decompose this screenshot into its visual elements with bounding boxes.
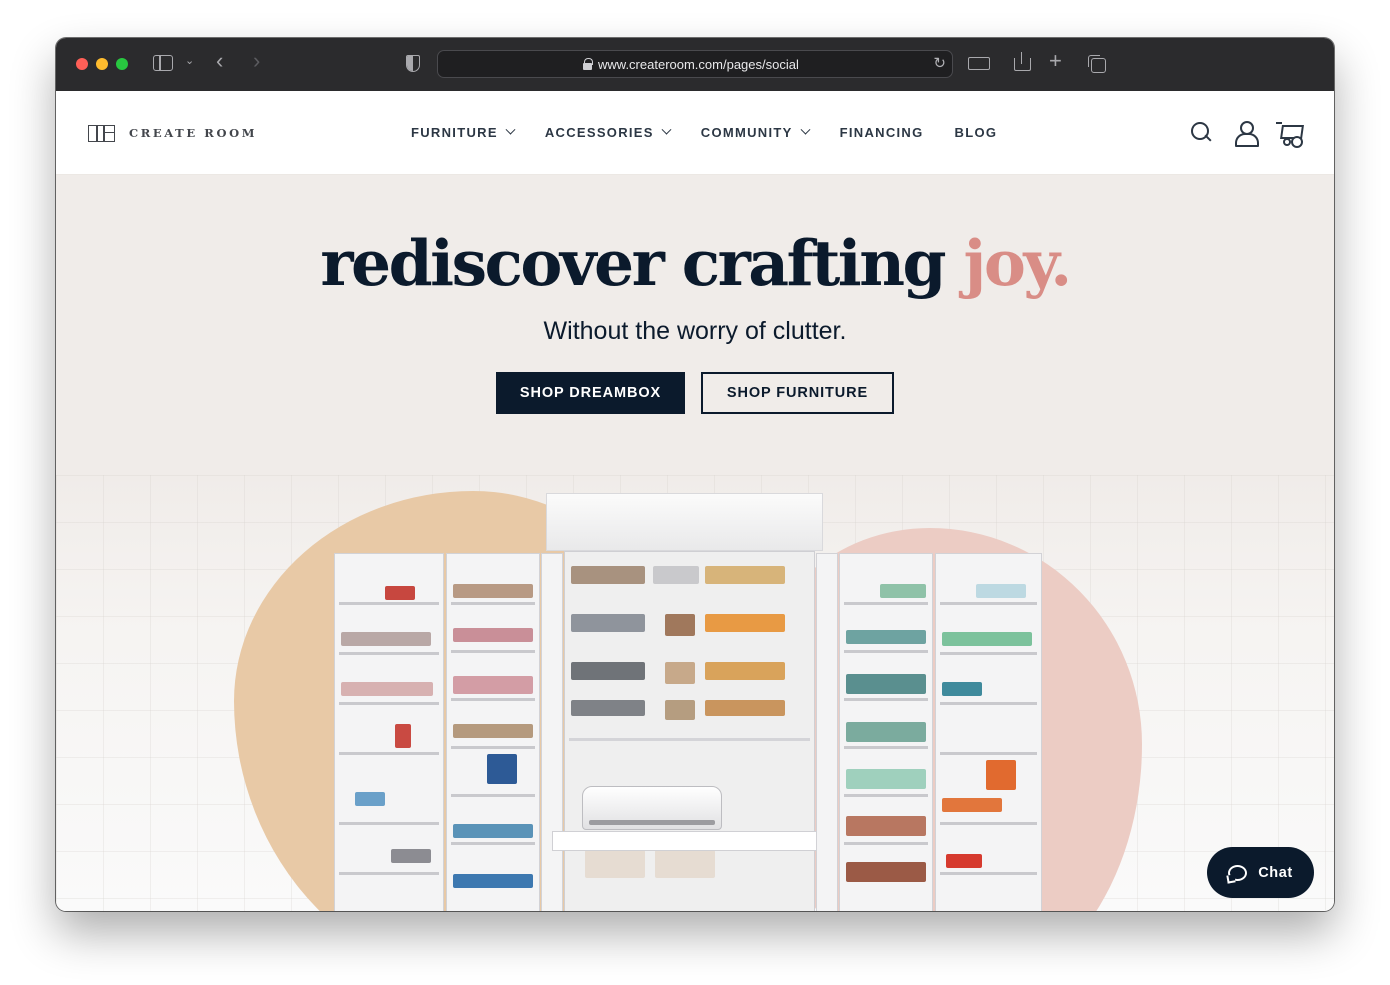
cabinet-door-left-outer	[334, 553, 444, 911]
close-window-button[interactable]	[76, 58, 88, 70]
password-keyboard-icon[interactable]	[968, 57, 990, 70]
forward-arrow-icon[interactable]: ›	[253, 50, 260, 72]
shop-furniture-button[interactable]: SHOP FURNITURE	[701, 372, 894, 414]
nav-item-label: FINANCING	[839, 125, 924, 140]
nav-item-blog[interactable]: BLOG	[955, 125, 998, 140]
new-tab-icon[interactable]: +	[1049, 50, 1062, 72]
back-arrow-icon[interactable]: ‹	[216, 50, 223, 72]
tab-overview-icon[interactable]	[1088, 55, 1106, 73]
cabinet-door-right-inner	[839, 553, 933, 911]
cabinet-door-left-edge	[541, 553, 563, 911]
chat-bubble-icon	[1228, 864, 1248, 881]
cabinet-canopy	[546, 493, 823, 551]
chevron-down-icon	[661, 124, 672, 135]
search-icon[interactable]	[1190, 121, 1212, 143]
lock-icon	[583, 58, 593, 70]
minimize-window-button[interactable]	[96, 58, 108, 70]
cabinet-door-left-inner	[446, 553, 540, 911]
nav-item-community[interactable]: COMMUNITY	[700, 124, 811, 140]
cabinet-door-right-edge	[816, 553, 838, 911]
cabinet-center-unit	[564, 551, 815, 911]
hero-section: rediscover crafting joy. Without the wor…	[56, 175, 1334, 911]
address-bar[interactable]: www.createroom.com/pages/social ↻	[437, 50, 953, 78]
nav-item-label: COMMUNITY	[700, 125, 793, 140]
site-logo[interactable]: CREATE ROOM	[88, 124, 257, 142]
chevron-down-icon	[505, 124, 516, 135]
nav-item-accessories[interactable]: ACCESSORIES	[544, 124, 672, 140]
nav-item-furniture[interactable]: FURNITURE	[411, 124, 516, 140]
nav-item-label: BLOG	[954, 125, 998, 140]
hero-headline: rediscover crafting joy.	[56, 225, 1334, 301]
browser-window: ⌄ ‹ › www.createroom.com/pages/social ↻ …	[56, 38, 1334, 911]
share-icon[interactable]	[1014, 52, 1031, 71]
hero-subheadline: Without the worry of clutter.	[543, 317, 847, 345]
nav-item-label: ACCESSORIES	[544, 125, 654, 140]
browser-toolbar: ⌄ ‹ › www.createroom.com/pages/social ↻ …	[56, 38, 1334, 91]
sidebar-toggle-icon[interactable]	[153, 55, 173, 71]
header-actions	[1168, 121, 1300, 147]
reload-icon[interactable]: ↻	[933, 54, 946, 72]
chevron-down-icon	[800, 124, 811, 135]
nav-item-financing[interactable]: FINANCING	[840, 125, 924, 140]
account-icon[interactable]	[1234, 121, 1259, 147]
chevron-down-icon[interactable]: ⌄	[185, 54, 194, 67]
dreambox-cabinet-image	[334, 493, 1042, 911]
shop-dreambox-button[interactable]: SHOP DREAMBOX	[496, 372, 685, 414]
zoom-window-button[interactable]	[116, 58, 128, 70]
cart-icon[interactable]	[1276, 121, 1300, 146]
headline-accent: joy.	[963, 226, 1073, 300]
url-text: www.createroom.com/pages/social	[598, 57, 799, 72]
cabinet-door-right-outer	[935, 553, 1042, 911]
privacy-shield-icon[interactable]	[406, 55, 420, 72]
chat-button[interactable]: Chat	[1207, 847, 1314, 898]
logo-text: CREATE ROOM	[129, 126, 258, 140]
cutting-machine	[582, 786, 722, 830]
fold-out-table	[552, 831, 822, 851]
main-nav: FURNITURE ACCESSORIES COMMUNITY FINANCIN…	[411, 124, 1028, 140]
chat-label: Chat	[1258, 864, 1293, 881]
headline-main: rediscover crafting	[320, 226, 946, 300]
nav-item-label: FURNITURE	[411, 125, 498, 140]
site-header: CREATE ROOM FURNITURE ACCESSORIES COMMUN…	[56, 91, 1334, 175]
logo-mark-icon	[88, 124, 115, 142]
